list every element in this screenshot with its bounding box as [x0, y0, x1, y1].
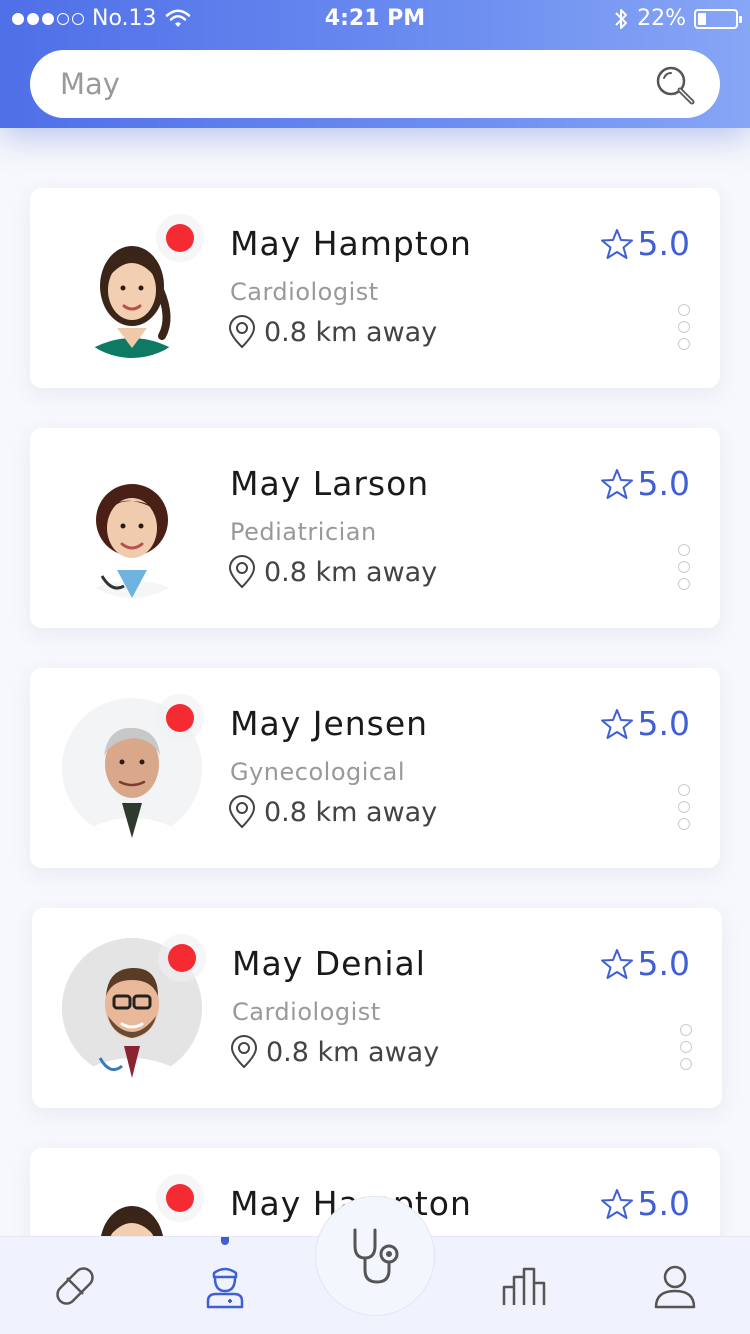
header: No.13 4:21 PM 22% [0, 0, 750, 128]
status-bar: No.13 4:21 PM 22% [0, 0, 750, 40]
rating-value: 5.0 [637, 1184, 690, 1223]
doctor-distance: 0.8 km away [230, 1035, 439, 1069]
doctor-icon [206, 1267, 244, 1309]
distance-label: 0.8 km away [264, 556, 438, 588]
doctor-name: May Hampton [230, 224, 472, 263]
star-icon [600, 228, 633, 259]
rating-value: 5.0 [637, 224, 690, 263]
doctor-name: May Jensen [230, 704, 429, 743]
battery-group: 22% [613, 6, 742, 31]
doctor-name: May Denial [232, 944, 426, 983]
star-icon [600, 948, 633, 979]
search-input[interactable] [30, 67, 720, 101]
location-pin-icon [228, 555, 256, 589]
tab-profile[interactable] [600, 1237, 750, 1334]
pill-icon [56, 1267, 94, 1305]
distance-label: 0.8 km away [264, 796, 438, 828]
doctor-card[interactable]: May Denial Cardiologist 0.8 km away 5.0 [32, 908, 722, 1108]
doctor-distance: 0.8 km away [228, 795, 437, 829]
search-icon[interactable] [652, 62, 700, 110]
doctor-card[interactable]: May Hampton Cardiologist 0.8 km away 5.0 [30, 188, 720, 388]
chart-icon [502, 1267, 546, 1305]
active-tab-indicator [221, 1237, 229, 1245]
doctor-rating: 5.0 [600, 704, 690, 743]
doctor-specialty: Cardiologist [230, 278, 379, 306]
distance-label: 0.8 km away [264, 316, 438, 348]
battery-icon [694, 8, 742, 29]
doctor-specialty: Gynecological [230, 758, 405, 786]
location-pin-icon [228, 315, 256, 349]
online-status-dot [166, 224, 194, 252]
bluetooth-icon [615, 8, 628, 29]
doctor-avatar [62, 458, 202, 598]
more-options-icon[interactable] [678, 544, 690, 590]
consult-button[interactable] [315, 1196, 435, 1316]
rating-value: 5.0 [637, 704, 690, 743]
stethoscope-icon [353, 1228, 399, 1284]
doctor-distance: 0.8 km away [228, 315, 437, 349]
online-status-dot [168, 944, 196, 972]
doctor-rating: 5.0 [600, 464, 690, 503]
location-pin-icon [230, 1035, 258, 1069]
doctor-card[interactable]: May Jensen Gynecological 0.8 km away 5.0 [30, 668, 720, 868]
location-pin-icon [228, 795, 256, 829]
tab-stats[interactable] [450, 1237, 600, 1334]
tab-doctors[interactable] [150, 1237, 300, 1334]
doctor-card[interactable]: May Larson Pediatrician 0.8 km away 5.0 [30, 428, 720, 628]
online-status-dot [166, 704, 194, 732]
more-options-icon[interactable] [680, 1024, 692, 1070]
battery-percent: 22% [637, 6, 686, 31]
doctor-rating: 5.0 [600, 224, 690, 263]
more-options-icon[interactable] [678, 304, 690, 350]
doctor-specialty: Pediatrician [230, 518, 377, 546]
online-status-dot [166, 1184, 194, 1212]
rating-value: 5.0 [637, 464, 690, 503]
doctor-rating: 5.0 [600, 944, 690, 983]
star-icon [600, 468, 633, 499]
profile-icon [654, 1265, 696, 1309]
star-icon [600, 708, 633, 739]
doctor-rating: 5.0 [600, 1184, 690, 1223]
doctor-distance: 0.8 km away [228, 555, 437, 589]
star-icon [600, 1188, 633, 1219]
doctor-name: May Larson [230, 464, 430, 503]
distance-label: 0.8 km away [266, 1036, 440, 1068]
tab-medicine[interactable] [0, 1237, 150, 1334]
doctor-specialty: Cardiologist [232, 998, 381, 1026]
more-options-icon[interactable] [678, 784, 690, 830]
rating-value: 5.0 [637, 944, 690, 983]
search-bar[interactable] [30, 50, 720, 118]
